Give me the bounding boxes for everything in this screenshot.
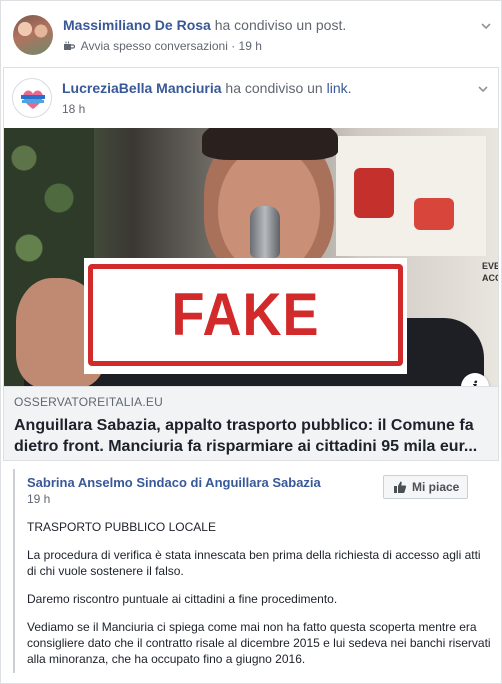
post-paragraph: Vediamo se il Manciuria ci spiega come m…	[27, 620, 491, 666]
link-domain: OSSERVATOREITALIA.EU	[14, 395, 163, 409]
heart-logo-icon	[21, 90, 45, 109]
fake-news-stamp: FAKE NEWS	[84, 258, 407, 386]
quoted-author-link[interactable]: Sabrina Anselmo Sindaco di Anguillara Sa…	[27, 475, 321, 490]
like-page-button[interactable]: Mi piace	[383, 475, 468, 499]
poster-text-line: ACC	[482, 273, 498, 283]
shared-author-name-link[interactable]: LucreziaBella Manciuria	[62, 80, 222, 96]
thumbs-up-icon	[394, 481, 407, 493]
quoted-post: Sabrina Anselmo Sindaco di Anguillara Sa…	[13, 469, 499, 673]
post-paragraph: Daremo riscontro puntuale ai cittadini a…	[27, 592, 338, 606]
author-avatar[interactable]	[13, 15, 53, 55]
post-paragraph: TRASPORTO PUBBLICO LOCALE	[27, 520, 216, 534]
poster-graphic	[354, 168, 394, 218]
post-header: Massimiliano De Rosa ha condiviso un pos…	[13, 13, 491, 57]
post-timestamp[interactable]: 19 h	[239, 39, 262, 53]
author-name-link[interactable]: Massimiliano De Rosa	[63, 17, 211, 33]
meta-separator: ·	[231, 39, 236, 53]
shared-post: LucreziaBella Manciuria ha condiviso un …	[3, 67, 499, 461]
feed-post-card: Massimiliano De Rosa ha condiviso un pos…	[0, 0, 502, 684]
link-preview-image[interactable]: EVE ACC FAKE NEWS i	[4, 128, 498, 386]
post-paragraph: La procedura di verifica è stata innesca…	[27, 548, 481, 578]
shared-post-timestamp[interactable]: 18 h	[62, 102, 85, 116]
coffee-cup-icon	[64, 41, 75, 50]
poster-text: EVE ACC	[482, 260, 498, 284]
stamp-text: FAKE NEWS	[163, 281, 328, 386]
stamp-border: FAKE NEWS	[88, 264, 403, 386]
speaker-hair	[202, 128, 338, 160]
poster-text-line: EVE	[482, 261, 498, 271]
post-action-text: ha condiviso un post.	[214, 17, 347, 33]
shared-post-header: LucreziaBella Manciuria ha condiviso un …	[12, 76, 490, 122]
chevron-down-icon[interactable]	[476, 82, 490, 96]
shared-action-link[interactable]: link.	[327, 80, 352, 96]
page-logo-avatar[interactable]	[12, 78, 52, 118]
quoted-post-body: TRASPORTO PUBBLICO LOCALE La procedura d…	[27, 519, 493, 679]
like-button-label: Mi piace	[412, 480, 460, 494]
shared-action-text: ha condiviso un	[225, 80, 323, 96]
group-badge-label[interactable]: Avvia spesso conversazioni	[81, 39, 228, 53]
link-title[interactable]: Anguillara Sabazia, appalto trasporto pu…	[14, 415, 488, 457]
microphone	[250, 206, 280, 258]
post-header-line: Massimiliano De Rosa ha condiviso un pos…	[63, 17, 346, 33]
quote-bar	[13, 469, 15, 673]
link-preview-meta[interactable]: OSSERVATOREITALIA.EU Anguillara Sabazia,…	[4, 386, 498, 460]
shared-header-line: LucreziaBella Manciuria ha condiviso un …	[62, 80, 352, 96]
quoted-post-timestamp[interactable]: 19 h	[27, 492, 50, 506]
post-meta-line: Avvia spesso conversazioni · 19 h	[63, 39, 262, 53]
poster-graphic	[414, 198, 454, 230]
chevron-down-icon[interactable]	[479, 19, 493, 33]
